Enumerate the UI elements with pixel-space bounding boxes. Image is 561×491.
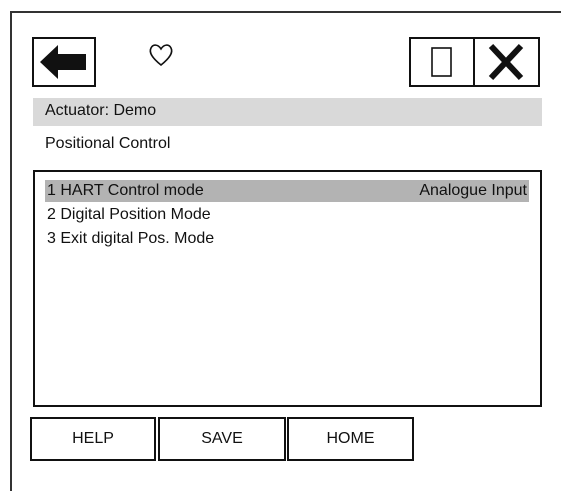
menu-item-hart-control-mode[interactable]: 1 HART Control mode Analogue Input xyxy=(45,180,529,202)
menu-item-digital-position-mode[interactable]: 2 Digital Position Mode xyxy=(45,204,529,226)
menu-item-label: 2 Digital Position Mode xyxy=(47,206,211,223)
menu-item-exit-digital-pos-mode[interactable]: 3 Exit digital Pos. Mode xyxy=(45,228,529,250)
menu-list: 1 HART Control mode Analogue Input 2 Dig… xyxy=(33,170,542,407)
menu-item-label: 1 HART Control mode xyxy=(47,182,204,199)
help-button[interactable]: HELP xyxy=(30,417,156,461)
actuator-header: Actuator: Demo xyxy=(33,98,542,126)
heart-outline-icon[interactable] xyxy=(148,42,174,68)
window-button[interactable] xyxy=(409,37,475,87)
close-button[interactable] xyxy=(473,37,540,87)
home-button[interactable]: HOME xyxy=(287,417,414,461)
close-icon xyxy=(488,43,524,81)
window-icon xyxy=(431,47,452,77)
menu-item-label: 3 Exit digital Pos. Mode xyxy=(47,230,215,247)
back-button[interactable] xyxy=(32,37,96,87)
save-button[interactable]: SAVE xyxy=(158,417,286,461)
menu-item-value: Analogue Input xyxy=(419,182,527,199)
page-title: Positional Control xyxy=(45,135,171,152)
actuator-label: Actuator: Demo xyxy=(45,102,157,119)
arrow-left-icon xyxy=(40,45,86,79)
